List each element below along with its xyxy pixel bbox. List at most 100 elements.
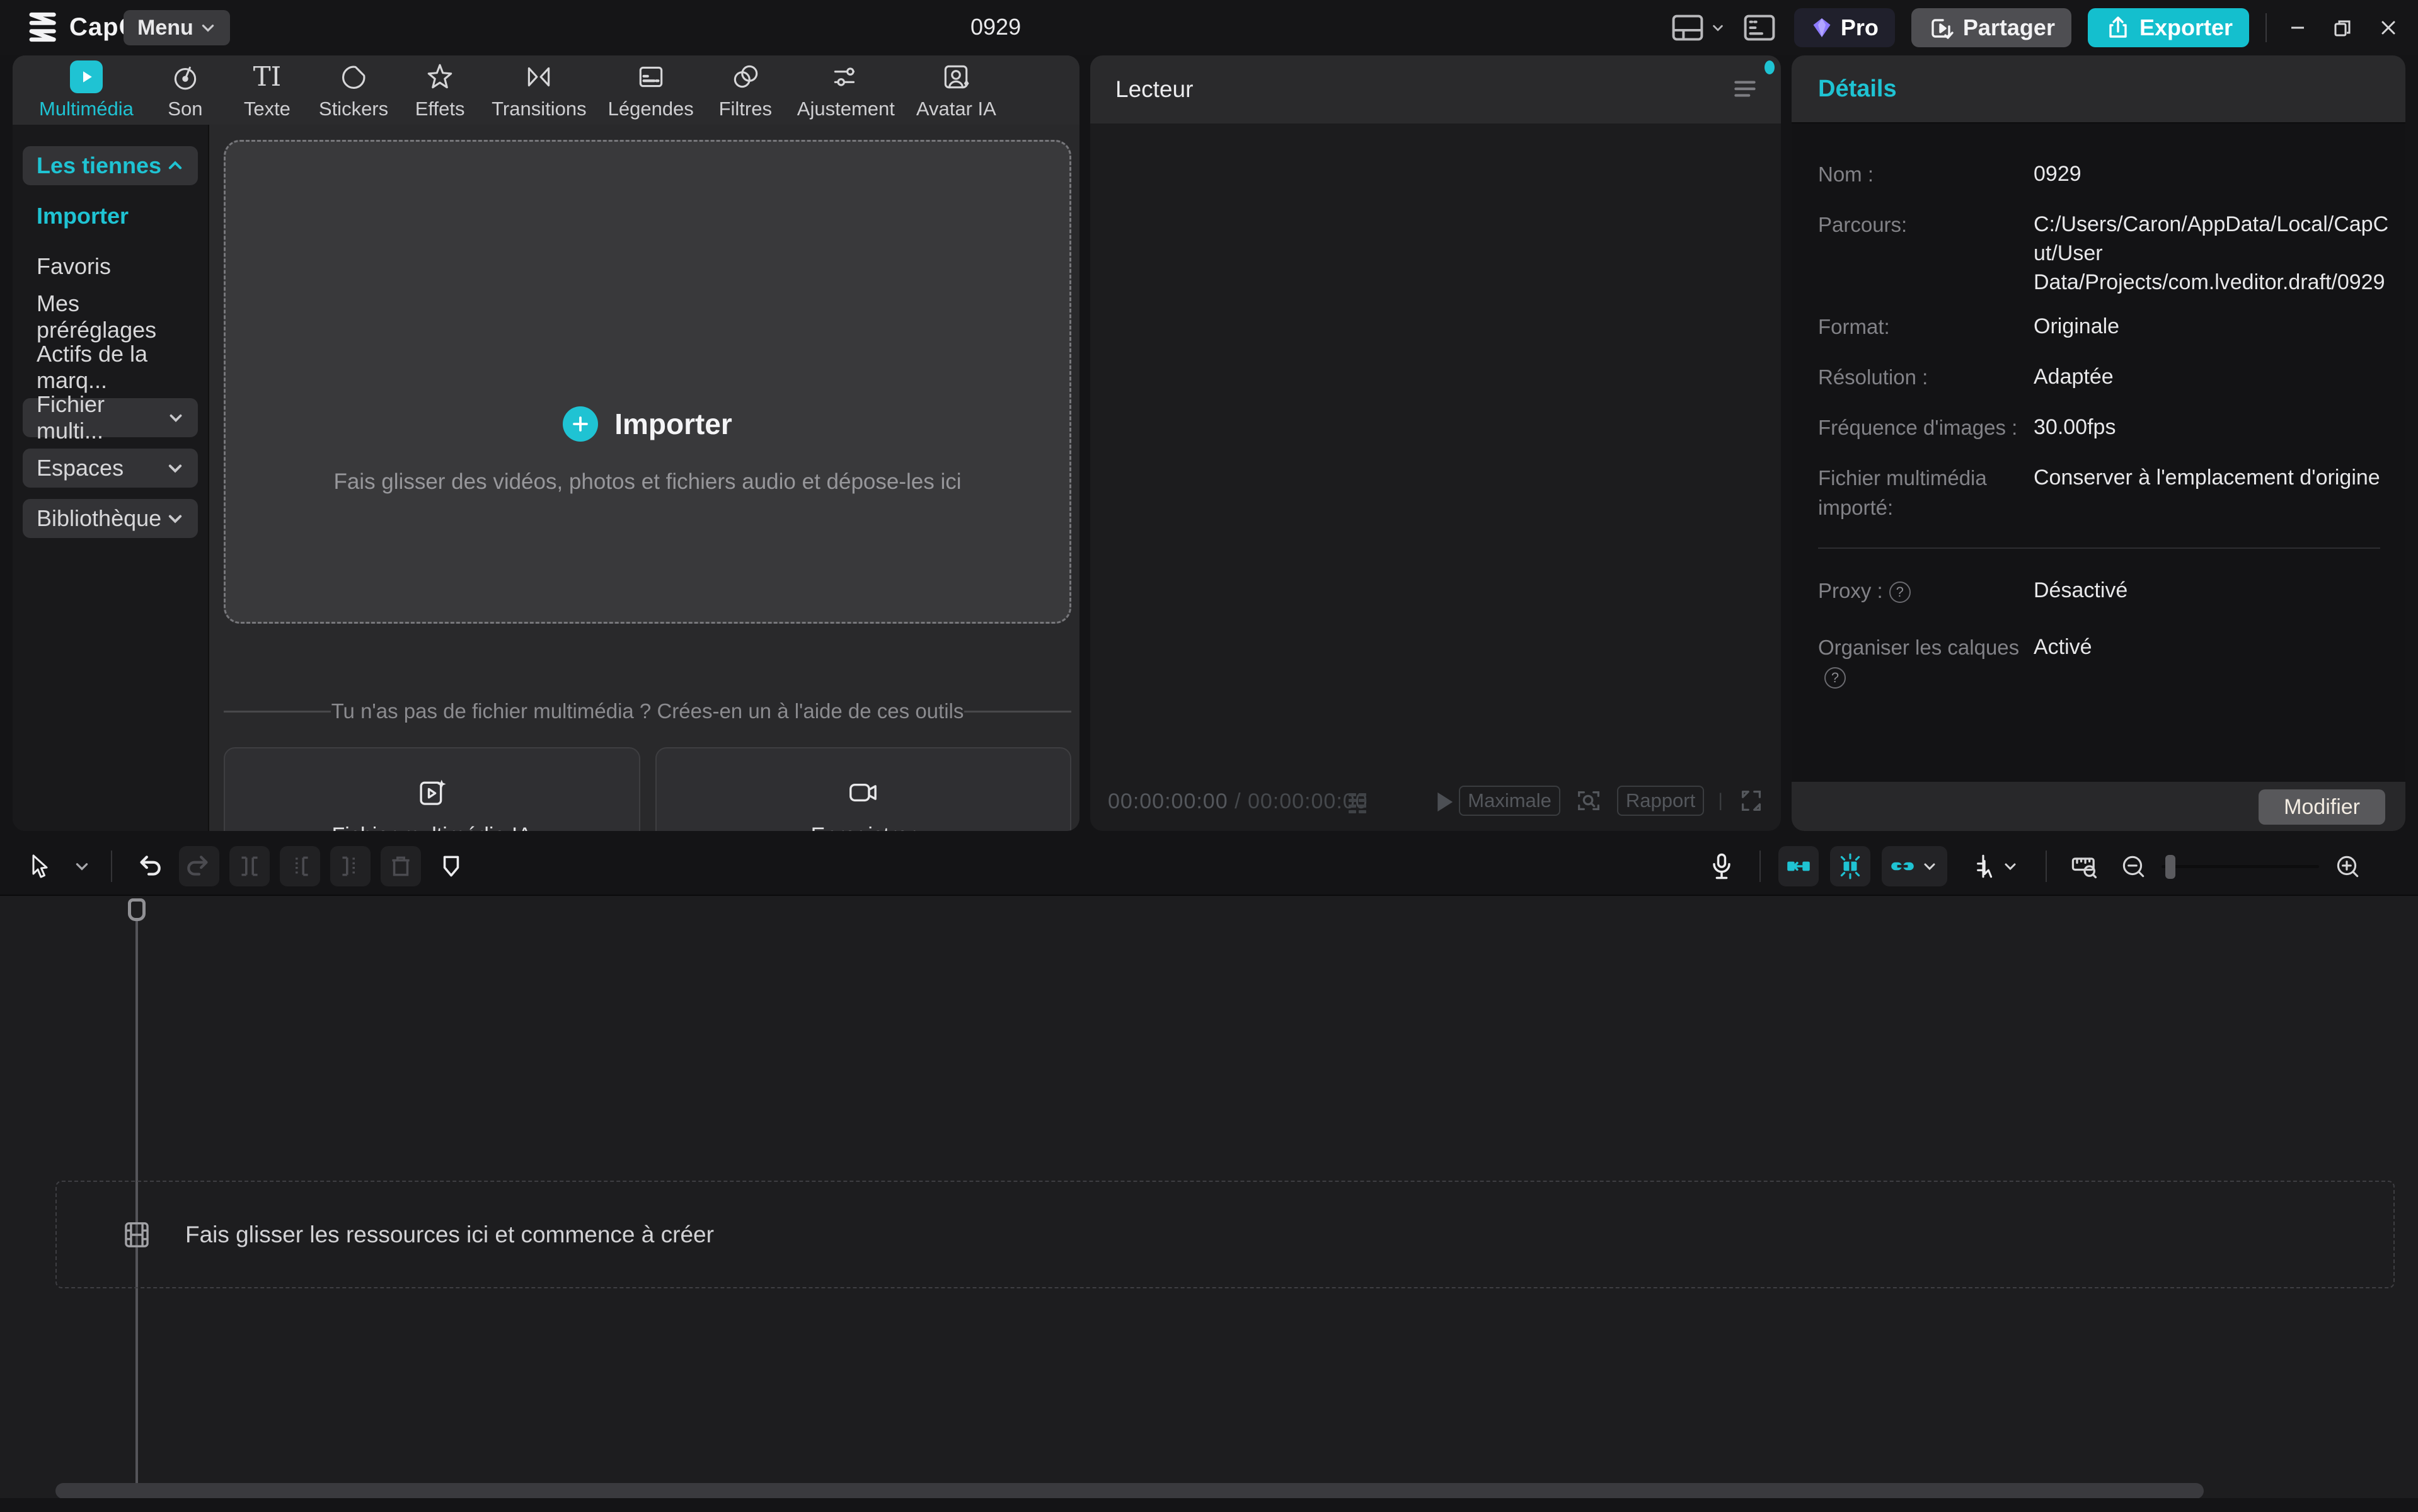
play-button[interactable] [1427,786,1459,818]
detail-value: Désactivé [2034,576,2389,605]
minimize-button[interactable] [2283,13,2312,42]
edit-button[interactable]: Modifier [2259,789,2385,825]
detail-row-proxy: Proxy :? Désactivé [1818,576,2389,605]
share-button[interactable]: Partager [1911,8,2071,47]
sidebar-item-bibliotheque[interactable]: Bibliothèque [23,499,198,538]
chevron-up-icon [166,157,184,175]
sidebar-item-les-tiennes[interactable]: Les tiennes [23,146,198,185]
project-title: 0929 [970,14,1021,40]
sidebar-item-favoris[interactable]: Favoris [23,247,198,286]
timeline-area[interactable]: Fais glisser les ressources ici et comme… [0,895,2418,1512]
delete-left-button[interactable] [280,846,320,886]
mask-button[interactable] [431,846,471,886]
detail-value: Conserver à l'emplacement d'origine [2034,464,2389,522]
tab-label: Avatar IA [916,98,996,120]
split-icon [235,852,264,881]
undo-button[interactable] [129,846,169,886]
ai-media-card[interactable]: Fichier multimédia IA [224,747,640,831]
split-button[interactable] [229,846,270,886]
auto-highlight-toggle[interactable] [1830,846,1870,886]
tab-effects[interactable]: Effets [410,60,470,120]
link-toggle[interactable] [1882,846,1947,886]
zoom-out-icon [2119,852,2148,881]
adjust-panel-button[interactable] [1741,9,1778,46]
ratio-button[interactable]: Rapport [1617,786,1704,816]
detail-value: Originale [2034,312,2389,341]
tab-stickers[interactable]: Stickers [319,60,388,120]
tab-audio[interactable]: Son [155,60,216,120]
slider-thumb[interactable] [2165,855,2175,879]
magnetic-snap-toggle[interactable] [1778,846,1819,886]
sidebar-item-media-file[interactable]: Fichier multi... [23,398,198,437]
select-tool-button[interactable] [19,846,59,886]
tab-captions[interactable]: Légendes [608,60,694,120]
tab-filters[interactable]: Filtres [715,60,776,120]
pro-diamond-icon [1811,16,1833,39]
tab-adjust[interactable]: Ajustement [797,60,895,120]
zoom-in-button[interactable] [2330,846,2364,886]
player-menu-button[interactable] [1730,74,1759,103]
delete-button[interactable] [381,846,421,886]
detail-row-framerate: Fréquence d'images : 30.00fps [1818,413,2389,442]
sidebar-item-importer[interactable]: Importer [23,197,198,236]
sidebar-item-label: Actifs de la marq... [37,341,184,394]
tab-label: Stickers [319,98,388,120]
voiceover-button[interactable] [1701,846,1742,886]
redo-button[interactable] [179,846,219,886]
import-hint: Fais glisser des vidéos, photos et fichi… [226,469,1069,495]
fit-button[interactable]: Maximale [1459,786,1560,816]
record-card[interactable]: Enregistrer [655,747,1072,831]
menu-button[interactable]: Menu [124,10,230,45]
sidebar-item-label: Fichier multi... [37,391,168,444]
slider-track [2162,865,2319,868]
preview-axis-button[interactable] [1959,846,2028,886]
frame-preview-button[interactable] [1574,786,1603,815]
chevron-down-icon [166,459,184,477]
detail-value: Adaptée [2034,363,2389,392]
sidebar-item-brand-assets[interactable]: Actifs de la marq... [23,348,198,387]
help-icon[interactable]: ? [1889,581,1911,603]
fullscreen-button[interactable] [1737,786,1766,815]
tab-text[interactable]: TI Texte [237,60,297,120]
sidebar-item-espaces[interactable]: Espaces [23,449,198,488]
pro-badge[interactable]: Pro [1794,8,1895,47]
filters-icon [730,61,761,93]
playhead-handle[interactable] [128,898,146,921]
sidebar-item-presets[interactable]: Mes préréglages [23,297,198,336]
sidebar-item-label: Espaces [37,455,124,481]
horizontal-scrollbar[interactable] [55,1483,2204,1499]
redo-icon [185,852,214,881]
panel-lines-icon [1741,9,1778,46]
delete-right-button[interactable] [330,846,371,886]
detail-row-resolution: Résolution : Adaptée [1818,363,2389,392]
tab-multimedia[interactable]: Multimédia [39,60,134,120]
details-separator [1818,547,2380,549]
ai-media-icon [415,776,449,810]
tab-transitions[interactable]: Transitions [492,60,586,120]
frame-grid-icon[interactable] [1342,788,1373,818]
timecode-current: 00:00:00:00 [1108,789,1228,813]
tab-ai-avatar[interactable]: Avatar IA [916,60,996,120]
import-title: Importer [614,407,732,441]
detail-value: Activé [2034,633,2389,691]
close-button[interactable] [2374,13,2403,42]
timeline-dropzone[interactable]: Fais glisser les ressources ici et comme… [55,1181,2395,1288]
sliders-icon [830,61,861,93]
zoom-out-button[interactable] [2116,846,2150,886]
trash-icon [386,852,415,881]
player-viewport[interactable] [1090,125,1781,774]
playhead[interactable] [128,898,146,921]
timeline-scale-button[interactable] [2064,846,2105,886]
highlight-snap-icon [1836,852,1865,881]
timeline-zoom-slider[interactable] [2162,846,2319,886]
layout-preset-button[interactable] [1669,9,1725,46]
media-play-icon [70,60,103,93]
help-icon[interactable]: ? [1824,667,1846,689]
restore-button[interactable] [2329,13,2358,42]
select-tool-expander[interactable] [69,846,95,886]
menu-button-label: Menu [137,16,193,40]
export-button[interactable]: Exporter [2088,8,2249,47]
import-dropzone[interactable]: Importer Fais glisser des vidéos, photos… [224,140,1071,624]
media-panel: Multimédia Son TI Texte Stickers Effets … [13,55,1079,831]
window-footer [0,1498,2418,1512]
